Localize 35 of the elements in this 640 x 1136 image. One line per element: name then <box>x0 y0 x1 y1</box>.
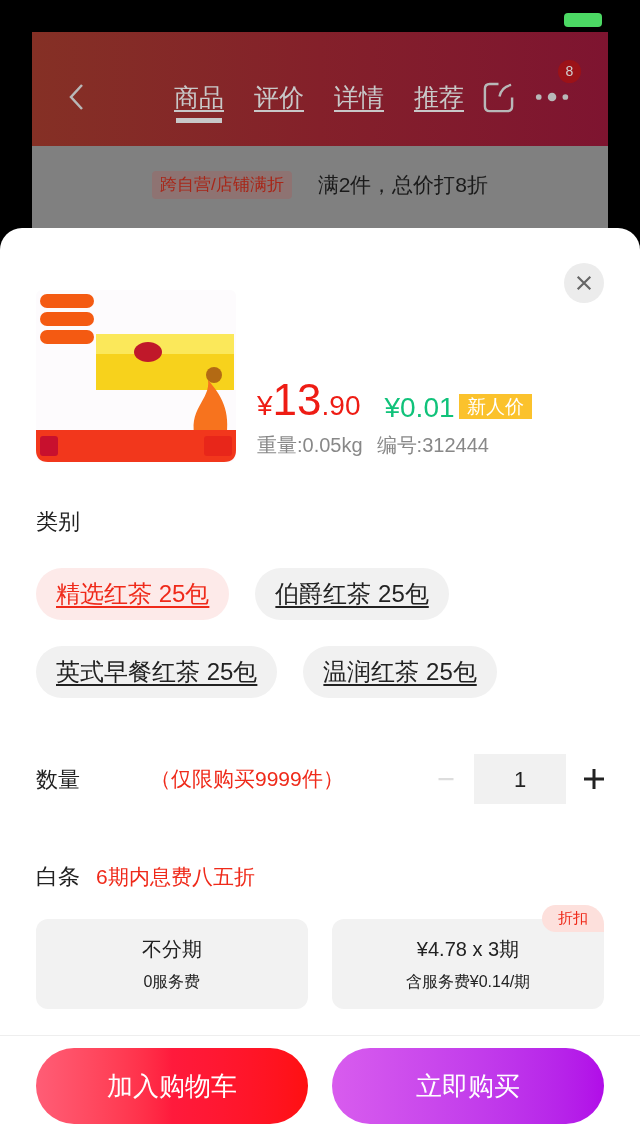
section-title: 类别 <box>36 508 81 536</box>
installment-title: ¥4.78 x 3期 <box>416 937 520 962</box>
plus-icon[interactable] <box>584 769 604 789</box>
battery-icon <box>564 13 602 27</box>
installment-subtitle: 0服务费 <box>143 972 201 992</box>
share-icon[interactable] <box>482 80 515 114</box>
category-option[interactable]: 伯爵红茶 25包 <box>255 568 449 620</box>
code-text: 编号:312444 <box>376 433 489 458</box>
section-title: 数量 <box>36 765 80 794</box>
baitiao-promo: 6期内息费八五折 <box>96 863 255 890</box>
installment-option[interactable]: 不分期 0服务费 <box>36 919 308 1009</box>
discount-tag: 折扣 <box>542 905 604 932</box>
notification-badge: 8 <box>558 60 581 83</box>
installment-subtitle: 含服务费¥0.14/期 <box>405 972 531 992</box>
quantity-field[interactable]: 1 <box>474 754 566 804</box>
purchase-limit: （仅限购买9999件） <box>150 766 344 793</box>
promo-text: 满2件，总价打8折 <box>317 172 489 199</box>
price: ¥13.90 <box>257 378 361 422</box>
nav-tab[interactable]: 详情 <box>334 71 384 123</box>
nav-tab[interactable]: 评价 <box>254 71 304 123</box>
close-icon <box>575 274 593 292</box>
new-user-tag: 新人价 <box>458 394 532 419</box>
nav-tab[interactable]: 推荐 <box>414 71 464 123</box>
promo-tag: 跨自营/店铺满折 <box>151 171 292 199</box>
close-button[interactable] <box>564 263 604 303</box>
nav-tab[interactable]: 商品 <box>174 71 224 123</box>
category-option[interactable]: 温润红茶 25包 <box>303 646 497 698</box>
category-option[interactable]: 精选红茶 25包 <box>36 568 230 620</box>
weight-text: 重量:0.05kg <box>257 433 363 458</box>
add-to-cart-button[interactable]: 加入购物车 <box>36 1048 308 1124</box>
buy-now-button[interactable]: 立即购买 <box>332 1048 604 1124</box>
new-user-price: ¥0.01 <box>384 394 455 422</box>
section-title: 白条 <box>36 863 80 891</box>
installment-title: 不分期 <box>142 937 202 962</box>
category-option[interactable]: 英式早餐红茶 25包 <box>36 646 278 698</box>
